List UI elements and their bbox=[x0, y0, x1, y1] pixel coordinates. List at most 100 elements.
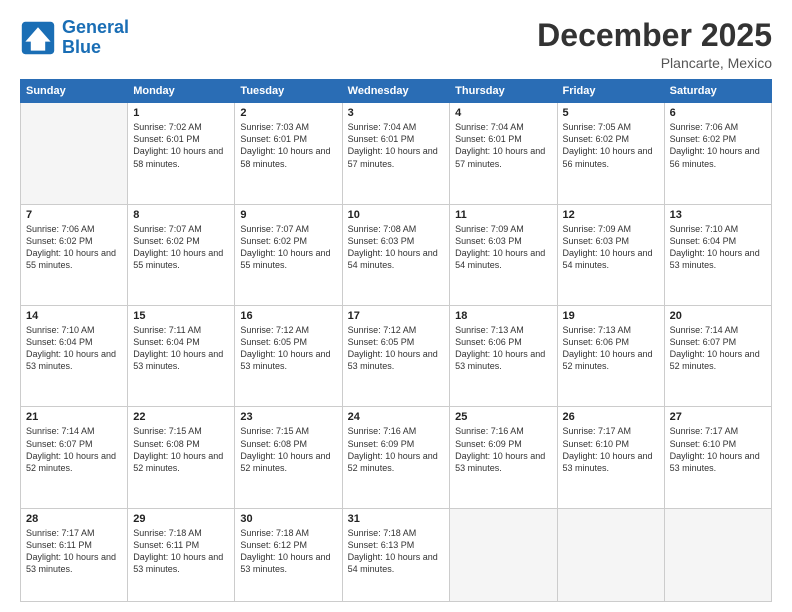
day-info: Sunrise: 7:18 AMSunset: 6:13 PMDaylight:… bbox=[348, 527, 445, 576]
calendar-cell: 6Sunrise: 7:06 AMSunset: 6:02 PMDaylight… bbox=[664, 103, 771, 204]
day-number: 31 bbox=[348, 513, 445, 525]
day-info: Sunrise: 7:18 AMSunset: 6:12 PMDaylight:… bbox=[240, 527, 336, 576]
calendar-cell: 19 Sunrise: 7:13 AMSunset: 6:06 PMDayligh… bbox=[557, 306, 664, 407]
location-subtitle: Plancarte, Mexico bbox=[537, 55, 772, 71]
day-number: 17 bbox=[348, 310, 445, 322]
day-number: 13 bbox=[670, 209, 766, 221]
day-info: Sunrise: 7:11 AMSunset: 6:04 PMDaylight:… bbox=[133, 324, 229, 373]
day-info: Sunrise: 7:04 AMSunset: 6:01 PMDaylight:… bbox=[455, 121, 551, 170]
day-number: 5 bbox=[563, 107, 659, 119]
day-number: 16 bbox=[240, 310, 336, 322]
day-info: Sunrise: 7:06 AMSunset: 6:02 PMDaylight:… bbox=[26, 223, 122, 272]
day-number: 9 bbox=[240, 209, 336, 221]
day-info: Sunrise: 7:08 AMSunset: 6:03 PMDaylight:… bbox=[348, 223, 445, 272]
calendar-cell: 24 Sunrise: 7:16 AMSunset: 6:09 PMDayligh… bbox=[342, 407, 450, 508]
calendar-cell: 2 Sunrise: 7:03 AMSunset: 6:01 PMDaylight… bbox=[235, 103, 342, 204]
calendar-week-1: 1 Sunrise: 7:02 AMSunset: 6:01 PMDaylight… bbox=[21, 103, 772, 204]
day-number: 25 bbox=[455, 411, 551, 423]
day-info: Sunrise: 7:05 AMSunset: 6:02 PMDaylight:… bbox=[563, 121, 659, 170]
calendar-cell bbox=[557, 508, 664, 601]
day-number: 21 bbox=[26, 411, 122, 423]
title-block: December 2025 Plancarte, Mexico bbox=[537, 18, 772, 71]
day-info: Sunrise: 7:03 AMSunset: 6:01 PMDaylight:… bbox=[240, 121, 336, 170]
day-info: Sunrise: 7:09 AMSunset: 6:03 PMDaylight:… bbox=[563, 223, 659, 272]
calendar-cell: 21 Sunrise: 7:14 AMSunset: 6:07 PMDayligh… bbox=[21, 407, 128, 508]
day-number: 28 bbox=[26, 513, 122, 525]
col-header-tuesday: Tuesday bbox=[235, 80, 342, 103]
calendar-week-3: 14 Sunrise: 7:10 AMSunset: 6:04 PMDayligh… bbox=[21, 306, 772, 407]
calendar-cell: 10 Sunrise: 7:08 AMSunset: 6:03 PMDayligh… bbox=[342, 204, 450, 305]
calendar-cell: 26Sunrise: 7:17 AMSunset: 6:10 PMDayligh… bbox=[557, 407, 664, 508]
day-number: 12 bbox=[563, 209, 659, 221]
day-info: Sunrise: 7:10 AMSunset: 6:04 PMDaylight:… bbox=[26, 324, 122, 373]
day-number: 7 bbox=[26, 209, 122, 221]
day-info: Sunrise: 7:14 AMSunset: 6:07 PMDaylight:… bbox=[670, 324, 766, 373]
page: General Blue December 2025 Plancarte, Me… bbox=[0, 0, 792, 612]
header: General Blue December 2025 Plancarte, Me… bbox=[20, 18, 772, 71]
day-info: Sunrise: 7:10 AMSunset: 6:04 PMDaylight:… bbox=[670, 223, 766, 272]
col-header-saturday: Saturday bbox=[664, 80, 771, 103]
calendar-week-4: 21 Sunrise: 7:14 AMSunset: 6:07 PMDayligh… bbox=[21, 407, 772, 508]
calendar-cell: 11 Sunrise: 7:09 AMSunset: 6:03 PMDayligh… bbox=[450, 204, 557, 305]
day-number: 11 bbox=[455, 209, 551, 221]
day-info: Sunrise: 7:14 AMSunset: 6:07 PMDaylight:… bbox=[26, 425, 122, 474]
day-info: Sunrise: 7:17 AMSunset: 6:10 PMDaylight:… bbox=[563, 425, 659, 474]
logo: General Blue bbox=[20, 18, 129, 58]
day-number: 30 bbox=[240, 513, 336, 525]
day-info: Sunrise: 7:18 AMSunset: 6:11 PMDaylight:… bbox=[133, 527, 229, 576]
day-number: 29 bbox=[133, 513, 229, 525]
day-info: Sunrise: 7:16 AMSunset: 6:09 PMDaylight:… bbox=[348, 425, 445, 474]
day-info: Sunrise: 7:09 AMSunset: 6:03 PMDaylight:… bbox=[455, 223, 551, 272]
day-number: 15 bbox=[133, 310, 229, 322]
day-info: Sunrise: 7:13 AMSunset: 6:06 PMDaylight:… bbox=[563, 324, 659, 373]
col-header-friday: Friday bbox=[557, 80, 664, 103]
calendar-week-2: 7 Sunrise: 7:06 AMSunset: 6:02 PMDaylight… bbox=[21, 204, 772, 305]
day-number: 4 bbox=[455, 107, 551, 119]
calendar-week-5: 28 Sunrise: 7:17 AMSunset: 6:11 PMDayligh… bbox=[21, 508, 772, 601]
month-title: December 2025 bbox=[537, 18, 772, 53]
day-number: 18 bbox=[455, 310, 551, 322]
day-info: Sunrise: 7:17 AMSunset: 6:10 PMDaylight:… bbox=[670, 425, 766, 474]
calendar-cell: 8Sunrise: 7:07 AMSunset: 6:02 PMDaylight… bbox=[128, 204, 235, 305]
day-number: 10 bbox=[348, 209, 445, 221]
calendar-cell: 29 Sunrise: 7:18 AMSunset: 6:11 PMDayligh… bbox=[128, 508, 235, 601]
day-info: Sunrise: 7:02 AMSunset: 6:01 PMDaylight:… bbox=[133, 121, 229, 170]
calendar-cell: 22Sunrise: 7:15 AMSunset: 6:08 PMDayligh… bbox=[128, 407, 235, 508]
day-number: 2 bbox=[240, 107, 336, 119]
logo-icon bbox=[20, 20, 56, 56]
day-number: 27 bbox=[670, 411, 766, 423]
day-number: 14 bbox=[26, 310, 122, 322]
logo-text: General Blue bbox=[62, 18, 129, 58]
calendar-cell: 5 Sunrise: 7:05 AMSunset: 6:02 PMDaylight… bbox=[557, 103, 664, 204]
day-info: Sunrise: 7:16 AMSunset: 6:09 PMDaylight:… bbox=[455, 425, 551, 474]
day-info: Sunrise: 7:13 AMSunset: 6:06 PMDaylight:… bbox=[455, 324, 551, 373]
calendar-cell: 14 Sunrise: 7:10 AMSunset: 6:04 PMDayligh… bbox=[21, 306, 128, 407]
day-info: Sunrise: 7:17 AMSunset: 6:11 PMDaylight:… bbox=[26, 527, 122, 576]
calendar-cell: 13 Sunrise: 7:10 AMSunset: 6:04 PMDayligh… bbox=[664, 204, 771, 305]
col-header-thursday: Thursday bbox=[450, 80, 557, 103]
logo-line2: Blue bbox=[62, 37, 101, 57]
day-info: Sunrise: 7:04 AMSunset: 6:01 PMDaylight:… bbox=[348, 121, 445, 170]
day-info: Sunrise: 7:15 AMSunset: 6:08 PMDaylight:… bbox=[240, 425, 336, 474]
calendar-cell: 30 Sunrise: 7:18 AMSunset: 6:12 PMDayligh… bbox=[235, 508, 342, 601]
day-number: 19 bbox=[563, 310, 659, 322]
day-number: 24 bbox=[348, 411, 445, 423]
calendar-cell: 4 Sunrise: 7:04 AMSunset: 6:01 PMDaylight… bbox=[450, 103, 557, 204]
calendar-cell: 25 Sunrise: 7:16 AMSunset: 6:09 PMDayligh… bbox=[450, 407, 557, 508]
day-info: Sunrise: 7:07 AMSunset: 6:02 PMDaylight:… bbox=[133, 223, 229, 272]
calendar-cell: 16Sunrise: 7:12 AMSunset: 6:05 PMDayligh… bbox=[235, 306, 342, 407]
day-number: 1 bbox=[133, 107, 229, 119]
day-info: Sunrise: 7:15 AMSunset: 6:08 PMDaylight:… bbox=[133, 425, 229, 474]
calendar-cell: 20 Sunrise: 7:14 AMSunset: 6:07 PMDayligh… bbox=[664, 306, 771, 407]
calendar-cell bbox=[664, 508, 771, 601]
calendar-cell: 18 Sunrise: 7:13 AMSunset: 6:06 PMDayligh… bbox=[450, 306, 557, 407]
day-info: Sunrise: 7:07 AMSunset: 6:02 PMDaylight:… bbox=[240, 223, 336, 272]
calendar-cell: 3Sunrise: 7:04 AMSunset: 6:01 PMDaylight… bbox=[342, 103, 450, 204]
calendar-cell bbox=[21, 103, 128, 204]
calendar-cell: 15 Sunrise: 7:11 AMSunset: 6:04 PMDayligh… bbox=[128, 306, 235, 407]
calendar-cell: 28 Sunrise: 7:17 AMSunset: 6:11 PMDayligh… bbox=[21, 508, 128, 601]
day-number: 20 bbox=[670, 310, 766, 322]
calendar-cell: 1 Sunrise: 7:02 AMSunset: 6:01 PMDaylight… bbox=[128, 103, 235, 204]
calendar-table: SundayMondayTuesdayWednesdayThursdayFrid… bbox=[20, 79, 772, 602]
calendar-header-row: SundayMondayTuesdayWednesdayThursdayFrid… bbox=[21, 80, 772, 103]
